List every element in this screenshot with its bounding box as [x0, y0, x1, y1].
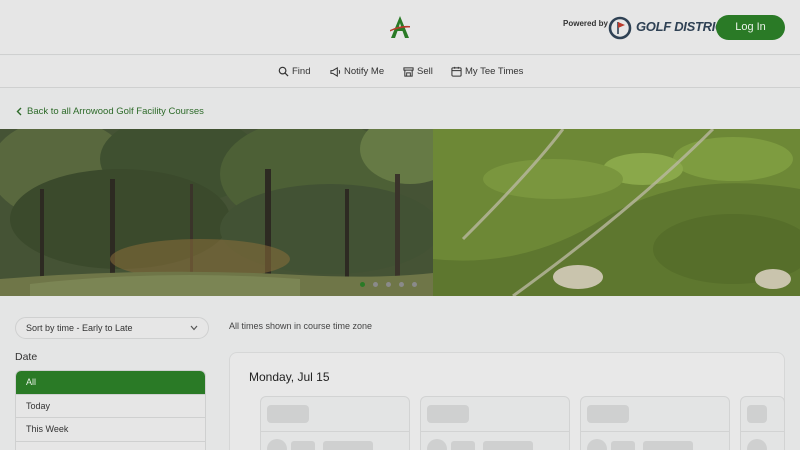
carousel-dot[interactable]: [373, 282, 378, 287]
carousel-dots: [360, 282, 417, 287]
carousel-dot[interactable]: [386, 282, 391, 287]
store-icon: [403, 67, 414, 77]
nav-item-label: Sell: [417, 66, 433, 77]
day-heading: Monday, Jul 15: [249, 370, 330, 384]
skeleton-block: [427, 405, 469, 423]
fairway-illustration: [433, 129, 800, 296]
carousel-dot[interactable]: [399, 282, 404, 287]
carousel-dot[interactable]: [360, 282, 365, 287]
date-option-this-week[interactable]: This Week: [16, 418, 205, 442]
main-nav: Find Notify Me Sell My Tee Times: [0, 56, 800, 88]
skeleton-block: [587, 405, 629, 423]
skeleton-block: [291, 441, 315, 450]
tee-time-card-placeholder[interactable]: [420, 396, 570, 450]
date-filter-heading: Date: [15, 351, 38, 363]
skeleton-block: [643, 441, 693, 450]
skeleton-block: [747, 405, 767, 423]
course-image-carousel[interactable]: [0, 129, 800, 296]
divider: [261, 431, 409, 432]
nav-item-label: My Tee Times: [465, 66, 524, 77]
nav-item-find[interactable]: Find: [278, 66, 310, 77]
tee-time-card-placeholder[interactable]: [580, 396, 730, 450]
forest-course-photo: [0, 129, 460, 296]
date-option-today[interactable]: Today: [16, 395, 205, 418]
back-to-courses-link[interactable]: Back to all Arrowood Golf Facility Cours…: [16, 106, 204, 117]
divider: [581, 431, 729, 432]
nav-item-notify-me[interactable]: Notify Me: [330, 66, 384, 77]
nav-item-my-tee-times[interactable]: My Tee Times: [451, 66, 523, 77]
back-link-label: Back to all Arrowood Golf Facility Cours…: [27, 106, 204, 117]
tee-time-card-placeholder[interactable]: [260, 396, 410, 450]
nav-item-sell[interactable]: Sell: [403, 66, 433, 77]
date-option-all[interactable]: All: [16, 371, 205, 395]
tee-time-card-placeholder[interactable]: [740, 396, 785, 450]
calendar-icon: [451, 66, 462, 77]
divider: [741, 431, 784, 432]
sort-select[interactable]: Sort by time - Early to Late: [15, 317, 209, 339]
skeleton-block: [323, 441, 373, 450]
divider: [421, 431, 569, 432]
aerial-course-photo: [433, 129, 800, 296]
skeleton-block: [483, 441, 533, 450]
skeleton-avatar: [267, 439, 287, 450]
skeleton-block: [267, 405, 309, 423]
carousel-dot[interactable]: [412, 282, 417, 287]
sort-select-value: Sort by time - Early to Late: [26, 323, 133, 333]
nav-item-label: Notify Me: [344, 66, 385, 77]
login-button[interactable]: Log In: [716, 15, 785, 40]
skeleton-avatar: [587, 439, 607, 450]
megaphone-icon: [330, 66, 341, 77]
timezone-note: All times shown in course time zone: [229, 321, 373, 331]
skeleton-avatar: [747, 439, 767, 450]
forest-illustration: [0, 129, 460, 296]
arrowood-logo-icon[interactable]: [388, 14, 412, 40]
top-header: Powered by GOLF DISTRICT Log In: [0, 0, 800, 55]
date-filter-list: All Today This Week: [15, 370, 206, 450]
skeleton-avatar: [427, 439, 447, 450]
golf-district-logo-icon: [608, 16, 632, 40]
skeleton-block: [611, 441, 635, 450]
chevron-down-icon: [190, 325, 198, 331]
search-icon: [278, 66, 289, 77]
skeleton-block: [451, 441, 475, 450]
powered-by-label: Powered by: [563, 19, 608, 28]
nav-item-label: Find: [292, 66, 311, 77]
chevron-left-icon: [16, 107, 22, 116]
date-option-partial[interactable]: [16, 442, 205, 450]
